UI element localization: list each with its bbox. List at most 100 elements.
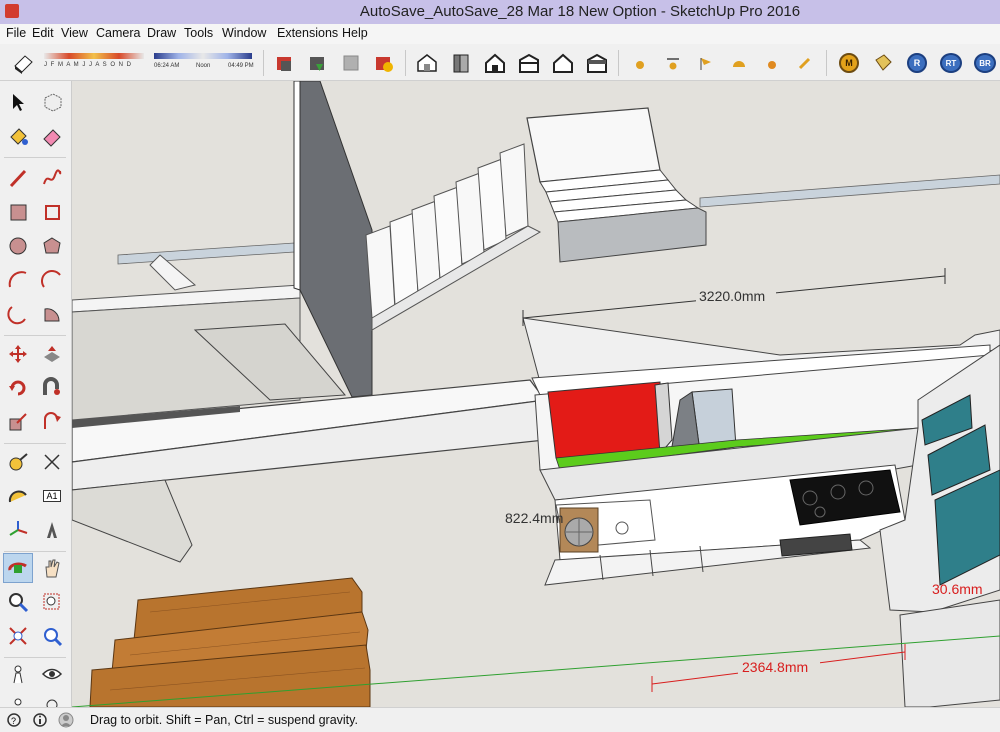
text-tool-label: A1 <box>43 490 61 502</box>
toolbar-separator <box>4 443 66 444</box>
top-toolbar: J F M A M J J A S O N D 06:24 AM Noon 04… <box>0 44 1000 81</box>
rt-badge-button[interactable]: RT <box>938 50 964 76</box>
paint-bucket-icon[interactable] <box>3 121 33 151</box>
warehouse-get-models-icon[interactable] <box>272 50 298 76</box>
window-title: AutoSave_AutoSave_28 Mar 18 New Option -… <box>359 3 801 20</box>
left-view-icon[interactable] <box>584 50 610 76</box>
text-tool-icon[interactable]: A1 <box>37 481 67 511</box>
left-toolbar: A1 <box>0 81 72 711</box>
r-badge-label: R <box>907 53 927 73</box>
rotated-rectangle-icon[interactable] <box>37 197 67 227</box>
tape-measure-icon[interactable] <box>3 447 33 477</box>
top-view-icon[interactable] <box>448 50 474 76</box>
menu-extensions[interactable]: Extensions <box>277 26 338 40</box>
toolbar-separator <box>618 50 619 76</box>
tag-plugin-icon[interactable] <box>870 50 896 76</box>
shadow-time-start: 06:24 AM <box>154 63 180 69</box>
move-tool-icon[interactable] <box>3 339 33 369</box>
svg-text:?: ? <box>11 716 16 726</box>
circle-tool-icon[interactable] <box>3 231 33 261</box>
shadow-time-slider[interactable] <box>154 53 252 59</box>
three-point-arc-icon[interactable] <box>3 299 33 329</box>
two-point-arc-icon[interactable] <box>37 265 67 295</box>
offset-tool-icon[interactable] <box>37 407 67 437</box>
model-scene <box>72 81 1000 707</box>
toolbar-separator <box>405 50 406 76</box>
previous-view-icon[interactable] <box>37 621 67 651</box>
3d-text-icon[interactable] <box>37 515 67 545</box>
share-component-icon[interactable] <box>338 50 364 76</box>
toolbar-separator <box>4 335 66 336</box>
right-view-icon[interactable] <box>516 50 542 76</box>
rotate-tool-icon[interactable] <box>3 373 33 403</box>
shadow-time-noon: Noon <box>196 63 211 69</box>
shadow-date-slider[interactable] <box>44 53 144 59</box>
menu-view[interactable]: View <box>61 26 88 40</box>
menu-tools[interactable]: Tools <box>184 26 213 40</box>
toolbar-separator <box>4 157 66 158</box>
plugin-sphere-icon[interactable] <box>759 50 785 76</box>
eraser-icon[interactable] <box>37 121 67 151</box>
zoom-extents-icon[interactable] <box>3 621 33 651</box>
m-badge-button[interactable]: M <box>836 50 862 76</box>
plugin-flag-icon[interactable] <box>693 50 719 76</box>
info-icon[interactable] <box>32 712 48 728</box>
arc-tool-icon[interactable] <box>3 265 33 295</box>
user-account-icon[interactable] <box>58 712 74 728</box>
toolbar-separator <box>4 551 66 552</box>
position-camera-icon[interactable] <box>3 659 33 689</box>
pan-hand-icon[interactable] <box>37 553 67 583</box>
polygon-tool-icon[interactable] <box>37 231 67 261</box>
menu-draw[interactable]: Draw <box>147 26 176 40</box>
dimension-label-right: 30.6mm <box>932 581 983 597</box>
iso-view-icon[interactable] <box>414 50 440 76</box>
rt-badge-label: RT <box>940 53 962 73</box>
protractor-icon[interactable] <box>3 481 33 511</box>
orbit-tool-icon[interactable] <box>3 553 33 583</box>
plugin-wand-icon[interactable] <box>792 50 818 76</box>
menu-camera[interactable]: Camera <box>96 26 140 40</box>
make-component-icon[interactable] <box>37 87 67 117</box>
menu-help[interactable]: Help <box>342 26 368 40</box>
m-badge-label: M <box>839 53 859 73</box>
menu-bar: File Edit View Camera Draw Tools Window … <box>0 24 1000 44</box>
geo-location-icon[interactable]: ? <box>6 712 22 728</box>
dimension-label-floor: 2364.8mm <box>742 659 809 675</box>
warehouse-share-model-icon[interactable] <box>305 50 331 76</box>
scale-tool-icon[interactable] <box>3 407 33 437</box>
menu-file[interactable]: File <box>6 26 26 40</box>
freehand-tool-icon[interactable] <box>37 163 67 193</box>
back-view-icon[interactable] <box>550 50 576 76</box>
look-around-icon[interactable] <box>37 659 67 689</box>
rectangle-tool-icon[interactable] <box>3 197 33 227</box>
plugin-ball-icon[interactable] <box>627 50 653 76</box>
pie-tool-icon[interactable] <box>37 299 67 329</box>
shadows-toggle-icon[interactable] <box>10 50 36 76</box>
menu-edit[interactable]: Edit <box>32 26 54 40</box>
menu-window[interactable]: Window <box>222 26 266 40</box>
line-tool-icon[interactable] <box>3 163 33 193</box>
toolbar-separator <box>826 50 827 76</box>
toolbar-separator <box>4 657 66 658</box>
front-view-icon[interactable] <box>482 50 508 76</box>
br-badge-button[interactable]: BR <box>972 50 998 76</box>
zoom-window-icon[interactable] <box>37 587 67 617</box>
shadow-time-end: 04:49 PM <box>228 63 254 69</box>
push-pull-icon[interactable] <box>37 339 67 369</box>
follow-me-icon[interactable] <box>37 373 67 403</box>
dimension-label-height: 822.4mm <box>505 510 564 526</box>
axes-tool-icon[interactable] <box>3 515 33 545</box>
model-viewport[interactable]: 3220.0mm 822.4mm 2364.8mm 30.6mm <box>72 81 1000 707</box>
zoom-tool-icon[interactable] <box>3 587 33 617</box>
extension-warehouse-icon[interactable] <box>371 50 397 76</box>
shadow-months-label: J F M A M J J A S O N D <box>44 62 133 68</box>
br-badge-label: BR <box>974 53 996 73</box>
title-bar: AutoSave_AutoSave_28 Mar 18 New Option -… <box>0 0 1000 24</box>
status-message: Drag to orbit. Shift = Pan, Ctrl = suspe… <box>90 713 358 727</box>
dimension-tool-icon[interactable] <box>37 447 67 477</box>
r-badge-button[interactable]: R <box>904 50 930 76</box>
plugin-dome-icon[interactable] <box>726 50 752 76</box>
plugin-ball-lift-icon[interactable] <box>660 50 686 76</box>
dimension-label-width: 3220.0mm <box>699 288 766 304</box>
select-tool-icon[interactable] <box>3 87 33 117</box>
